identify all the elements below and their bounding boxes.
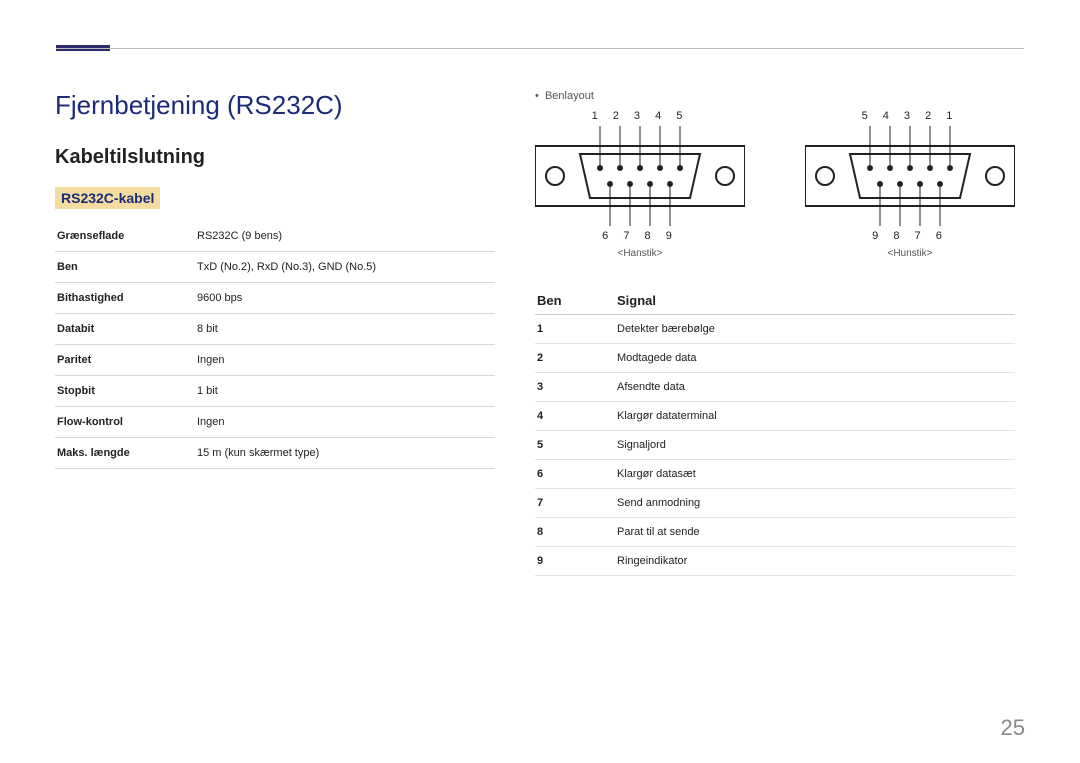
female-caption: <Hunstik> [805,248,1015,259]
subsection-title: RS232C-kabel [55,187,160,209]
connector-diagrams: 1 2 3 4 5 6 7 8 9 <Hanstik [535,110,1015,259]
male-bottom-pins: 6 7 8 9 [535,230,745,242]
spec-value: 8 bit [195,314,495,345]
spec-table: GrænsefladeRS232C (9 bens) BenTxD (No.2)… [55,221,495,469]
table-row: 4Klargør dataterminal [535,402,1015,431]
signal-head-pin: Ben [535,287,615,315]
page-number: 25 [1001,715,1025,741]
spec-value: Ingen [195,345,495,376]
spec-label: Stopbit [55,376,195,407]
signal-cell: Send anmodning [615,489,1015,518]
table-row: 8Parat til at sende [535,518,1015,547]
signal-cell: Signaljord [615,431,1015,460]
spec-label: Ben [55,252,195,283]
pin-cell: 1 [535,315,615,344]
table-row: Stopbit1 bit [55,376,495,407]
table-row: ParitetIngen [55,345,495,376]
spec-value: 15 m (kun skærmet type) [195,438,495,469]
page-content: Fjernbetjening (RS232C) Kabeltilslutning… [55,90,1025,576]
female-bottom-pins: 9 8 7 6 [805,230,1015,242]
page-title: Fjernbetjening (RS232C) [55,90,495,121]
signal-cell: Detekter bærebølge [615,315,1015,344]
benlayout-bullet: • Benlayout [535,90,1015,102]
spec-value: Ingen [195,407,495,438]
signal-cell: Ringeindikator [615,547,1015,576]
spec-value: RS232C (9 bens) [195,221,495,252]
table-row: 6Klargør datasæt [535,460,1015,489]
pin-cell: 4 [535,402,615,431]
female-connector: 5 4 3 2 1 9 8 7 6 <Hunstik [805,110,1015,259]
spec-label: Bithastighed [55,283,195,314]
male-connector: 1 2 3 4 5 6 7 8 9 <Hanstik [535,110,745,259]
table-row: Bithastighed9600 bps [55,283,495,314]
spec-label: Databit [55,314,195,345]
female-top-pins: 5 4 3 2 1 [805,110,1015,122]
table-row: 5Signaljord [535,431,1015,460]
pin-cell: 8 [535,518,615,547]
spec-value: 1 bit [195,376,495,407]
signal-cell: Klargør datasæt [615,460,1015,489]
table-row: Flow-kontrolIngen [55,407,495,438]
signal-cell: Afsendte data [615,373,1015,402]
table-row: 9Ringeindikator [535,547,1015,576]
male-top-pins: 1 2 3 4 5 [535,110,745,122]
spec-value: 9600 bps [195,283,495,314]
header-rule [56,48,1024,49]
spec-value: TxD (No.2), RxD (No.3), GND (No.5) [195,252,495,283]
pin-cell: 7 [535,489,615,518]
right-column: • Benlayout 1 2 3 4 5 [535,90,1015,576]
pin-cell: 3 [535,373,615,402]
table-row: 3Afsendte data [535,373,1015,402]
table-row: 2Modtagede data [535,344,1015,373]
signal-cell: Parat til at sende [615,518,1015,547]
spec-label: Maks. længde [55,438,195,469]
signal-cell: Modtagede data [615,344,1015,373]
table-row: 7Send anmodning [535,489,1015,518]
table-row: 1Detekter bærebølge [535,315,1015,344]
pin-cell: 5 [535,431,615,460]
female-connector-icon [805,126,1015,226]
table-row: BenTxD (No.2), RxD (No.3), GND (No.5) [55,252,495,283]
pin-cell: 6 [535,460,615,489]
male-connector-icon [535,126,745,226]
table-row: Databit8 bit [55,314,495,345]
pin-cell: 9 [535,547,615,576]
benlayout-label: Benlayout [545,90,594,102]
table-row: GrænsefladeRS232C (9 bens) [55,221,495,252]
spec-label: Grænseflade [55,221,195,252]
pin-cell: 2 [535,344,615,373]
spec-label: Flow-kontrol [55,407,195,438]
male-caption: <Hanstik> [535,248,745,259]
spec-label: Paritet [55,345,195,376]
left-column: Fjernbetjening (RS232C) Kabeltilslutning… [55,90,495,576]
signal-table: Ben Signal 1Detekter bærebølge 2Modtaged… [535,287,1015,576]
signal-head-signal: Signal [615,287,1015,315]
table-row: Maks. længde15 m (kun skærmet type) [55,438,495,469]
section-title: Kabeltilslutning [55,146,495,169]
signal-cell: Klargør dataterminal [615,402,1015,431]
